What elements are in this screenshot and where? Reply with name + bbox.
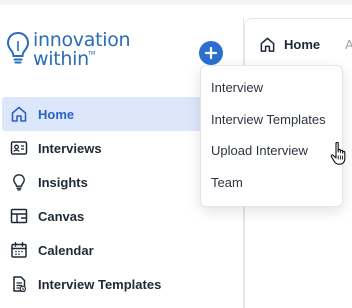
sidebar-item-label: Insights xyxy=(38,174,88,190)
add-new-button[interactable] xyxy=(199,41,223,65)
sidebar-item-calendar[interactable]: Calendar xyxy=(0,233,244,267)
canvas-icon xyxy=(9,206,29,226)
sidebar-item-label: Interviews xyxy=(38,140,102,156)
menu-item-interview-templates[interactable]: Interview Templates xyxy=(201,104,342,136)
menu-item-team[interactable]: Team xyxy=(201,167,342,199)
plus-icon xyxy=(204,46,218,60)
home-icon xyxy=(9,104,29,124)
create-dropdown-menu: Interview Interview Templates Upload Int… xyxy=(200,65,343,207)
menu-item-upload-interview[interactable]: Upload Interview xyxy=(201,135,342,167)
home-icon xyxy=(260,37,275,52)
lightbulb-logo-icon xyxy=(6,31,30,64)
tab-next-partial[interactable]: A xyxy=(345,37,352,52)
sidebar-item-interview-templates[interactable]: Interview Templates xyxy=(0,267,244,301)
hand-pointer-cursor-icon xyxy=(330,141,346,165)
brand-logo[interactable]: innovation within TM xyxy=(6,29,136,73)
sidebar-item-label: Interview Templates xyxy=(38,276,162,292)
id-card-icon xyxy=(9,138,29,158)
menu-item-interview[interactable]: Interview xyxy=(201,72,342,104)
sidebar-item-label: Home xyxy=(38,106,75,122)
tab-label: Home xyxy=(284,36,321,52)
lightbulb-icon xyxy=(9,172,29,192)
sidebar-item-label: Canvas xyxy=(38,208,85,224)
brand-line-2: within xyxy=(33,48,89,70)
template-icon xyxy=(9,274,29,294)
calendar-icon xyxy=(9,240,29,260)
tab-home[interactable]: Home xyxy=(259,31,320,57)
app-window: innovation within TM Home Interviews Ins… xyxy=(0,0,352,308)
trademark: TM xyxy=(88,51,96,57)
sidebar-item-label: Calendar xyxy=(38,242,94,258)
